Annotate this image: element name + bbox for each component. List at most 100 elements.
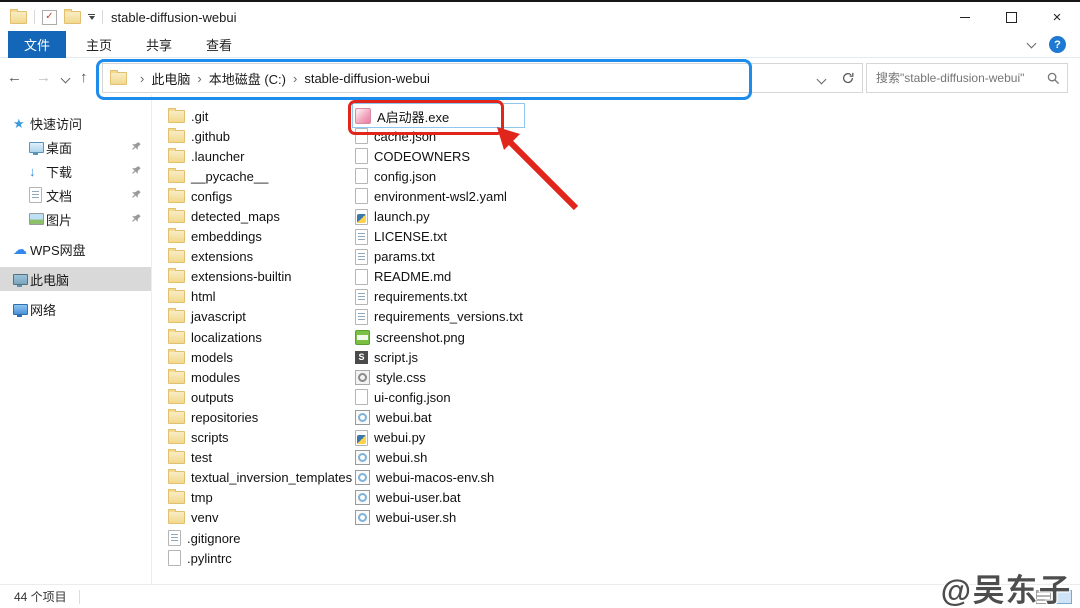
divider: [34, 10, 35, 24]
text-file-icon: [355, 228, 368, 245]
file-row[interactable]: test: [168, 448, 348, 468]
sidebar-item-label: 此电脑: [30, 272, 70, 288]
file-name: launch.py: [374, 209, 430, 225]
file-row[interactable]: webui-user.sh: [355, 508, 580, 528]
folder-icon: [168, 187, 185, 203]
file-icon: [355, 389, 368, 406]
sidebar-item-label: 文档: [46, 188, 73, 204]
download-icon: [29, 165, 46, 178]
file-name: configs: [191, 188, 233, 204]
back-button[interactable]: ←: [0, 69, 29, 86]
file-row[interactable]: models: [168, 347, 348, 367]
breadcrumb-this-pc[interactable]: 此电脑: [151, 69, 190, 88]
sidebar-item-pictures[interactable]: 图片: [0, 207, 151, 231]
up-button[interactable]: ↑: [73, 69, 95, 86]
text-file-icon: [168, 530, 181, 547]
file-icon: [355, 128, 368, 145]
address-bar[interactable]: › 此电脑 › 本地磁盘 (C:) › stable-diffusion-web…: [102, 63, 836, 93]
file-row[interactable]: modules: [168, 367, 348, 387]
sidebar-item-quick-access[interactable]: 快速访问: [0, 111, 151, 135]
file-row[interactable]: .gitignore: [168, 528, 348, 548]
folder-icon: [168, 147, 185, 163]
file-row[interactable]: params.txt: [355, 247, 580, 267]
tab-home[interactable]: 主页: [72, 31, 126, 58]
file-row[interactable]: requirements.txt: [355, 287, 580, 307]
sidebar-item-desktop[interactable]: 桌面: [0, 135, 151, 159]
recent-locations-chevron-icon[interactable]: [58, 69, 73, 87]
tab-view[interactable]: 查看: [192, 31, 246, 58]
file-row[interactable]: extensions-builtin: [168, 267, 348, 287]
forward-button[interactable]: →: [29, 69, 58, 86]
tab-share[interactable]: 共享: [132, 31, 186, 58]
file-row[interactable]: requirements_versions.txt: [355, 307, 580, 327]
customize-toolbar-dropdown-icon[interactable]: [88, 14, 95, 20]
file-name: .pylintrc: [187, 550, 232, 566]
new-folder-icon[interactable]: [64, 8, 81, 24]
search-input[interactable]: [867, 71, 1047, 85]
file-name: style.css: [376, 369, 426, 385]
sidebar-item-network[interactable]: 网络: [0, 297, 151, 321]
file-row[interactable]: .launcher: [168, 146, 348, 166]
file-row[interactable]: webui.sh: [355, 448, 580, 468]
minimize-icon: [960, 16, 970, 18]
address-dropdown-chevron-icon[interactable]: [816, 71, 835, 86]
refresh-icon: [843, 72, 854, 84]
file-row[interactable]: screenshot.png: [355, 327, 580, 347]
ribbon-tab-bar: 文件 主页 共享 查看 ?: [0, 31, 1080, 58]
file-row[interactable]: localizations: [168, 327, 348, 347]
search-box[interactable]: [866, 63, 1068, 93]
file-row[interactable]: webui.py: [355, 428, 580, 448]
file-row[interactable]: __pycache__: [168, 166, 348, 186]
file-row[interactable]: .git: [168, 106, 348, 126]
help-icon[interactable]: ?: [1049, 36, 1066, 53]
sidebar-item-this-pc[interactable]: 此电脑: [0, 267, 151, 291]
file-name: textual_inversion_templates: [191, 470, 353, 486]
pin-icon: [132, 142, 141, 150]
file-row[interactable]: outputs: [168, 387, 348, 407]
properties-checkbox-icon[interactable]: ✓: [42, 9, 57, 25]
file-row[interactable]: tmp: [168, 488, 348, 508]
file-row[interactable]: ui-config.json: [355, 387, 580, 407]
file-row[interactable]: textual_inversion_templates: [168, 468, 352, 488]
sidebar-item-wps-cloud[interactable]: WPS网盘: [0, 237, 151, 261]
file-row[interactable]: extensions: [168, 247, 348, 267]
tab-file[interactable]: 文件: [8, 31, 67, 58]
window-controls: ×: [942, 2, 1080, 32]
expand-ribbon-chevron-icon[interactable]: [1026, 38, 1037, 48]
file-row[interactable]: configs: [168, 186, 348, 206]
file-row[interactable]: .github: [168, 126, 348, 146]
folder-icon: [168, 328, 185, 344]
file-row[interactable]: LICENSE.txt: [355, 227, 580, 247]
file-row[interactable]: .pylintrc: [168, 548, 348, 568]
file-row[interactable]: style.css: [355, 367, 580, 387]
file-row[interactable]: embeddings: [168, 227, 348, 247]
minimize-button[interactable]: [942, 2, 988, 32]
file-row[interactable]: script.js: [355, 347, 580, 367]
maximize-button[interactable]: [988, 2, 1034, 32]
file-name: html: [191, 289, 216, 305]
document-icon: [29, 187, 46, 203]
folder-icon: [168, 288, 185, 304]
red-arrow-annotation: [497, 127, 579, 211]
file-row[interactable]: venv: [168, 508, 348, 528]
file-row[interactable]: detected_maps: [168, 206, 348, 226]
sidebar-item-documents[interactable]: 文档: [0, 183, 151, 207]
file-row[interactable]: webui-user.bat: [355, 488, 580, 508]
close-icon: ×: [1052, 8, 1062, 26]
sidebar-item-downloads[interactable]: 下载: [0, 159, 151, 183]
folder-icon: [168, 348, 185, 364]
file-row[interactable]: README.md: [355, 267, 580, 287]
breadcrumb-local-disk-c[interactable]: 本地磁盘 (C:): [209, 69, 286, 88]
file-name: .gitignore: [187, 530, 241, 546]
refresh-button[interactable]: [834, 63, 863, 93]
file-row[interactable]: scripts: [168, 428, 348, 448]
file-name: extensions: [191, 249, 254, 265]
file-row[interactable]: webui.bat: [355, 407, 580, 427]
breadcrumb-current-folder[interactable]: stable-diffusion-webui: [304, 71, 430, 86]
file-row[interactable]: webui-macos-env.sh: [355, 468, 580, 488]
file-name: script.js: [374, 349, 419, 365]
file-row[interactable]: html: [168, 287, 348, 307]
file-row[interactable]: javascript: [168, 307, 348, 327]
file-row[interactable]: repositories: [168, 407, 348, 427]
close-button[interactable]: ×: [1034, 2, 1080, 32]
